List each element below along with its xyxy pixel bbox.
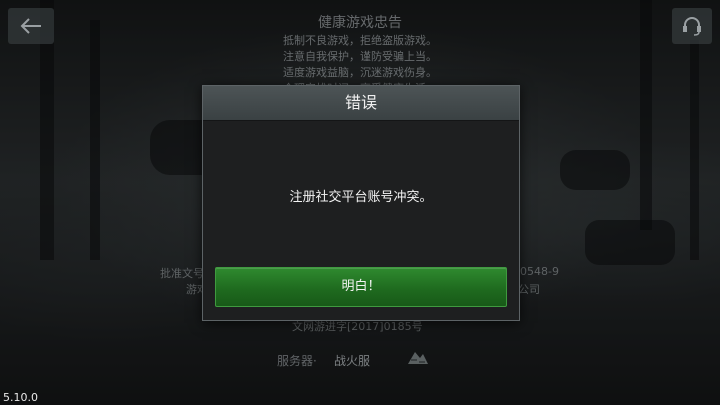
license-text: 批准文号 bbox=[160, 267, 204, 280]
license-text: 公司 bbox=[518, 283, 540, 296]
health-notice-line: 抵制不良游戏，拒绝盗版游戏。 bbox=[283, 34, 437, 47]
dialog-message: 注册社交平台账号冲突。 bbox=[289, 190, 433, 205]
dialog-title: 错误 bbox=[203, 86, 519, 121]
health-notice-line: 适度游戏益脑，沉迷游戏伤身。 bbox=[283, 66, 437, 79]
app-version: 5.10.0 bbox=[3, 391, 38, 404]
server-icon[interactable] bbox=[405, 346, 431, 370]
server-label: 服务器· bbox=[277, 354, 317, 368]
health-notice-title: 健康游戏忠告 bbox=[318, 15, 402, 31]
license-text: 0548-9 bbox=[520, 265, 559, 278]
error-dialog: 错误 注册社交平台账号冲突。 明白！ bbox=[202, 85, 520, 321]
confirm-button[interactable]: 明白！ bbox=[215, 267, 507, 307]
server-name[interactable]: 战火服 bbox=[334, 352, 370, 369]
health-notice-line: 注意自我保护，谨防受骗上当。 bbox=[283, 50, 437, 63]
